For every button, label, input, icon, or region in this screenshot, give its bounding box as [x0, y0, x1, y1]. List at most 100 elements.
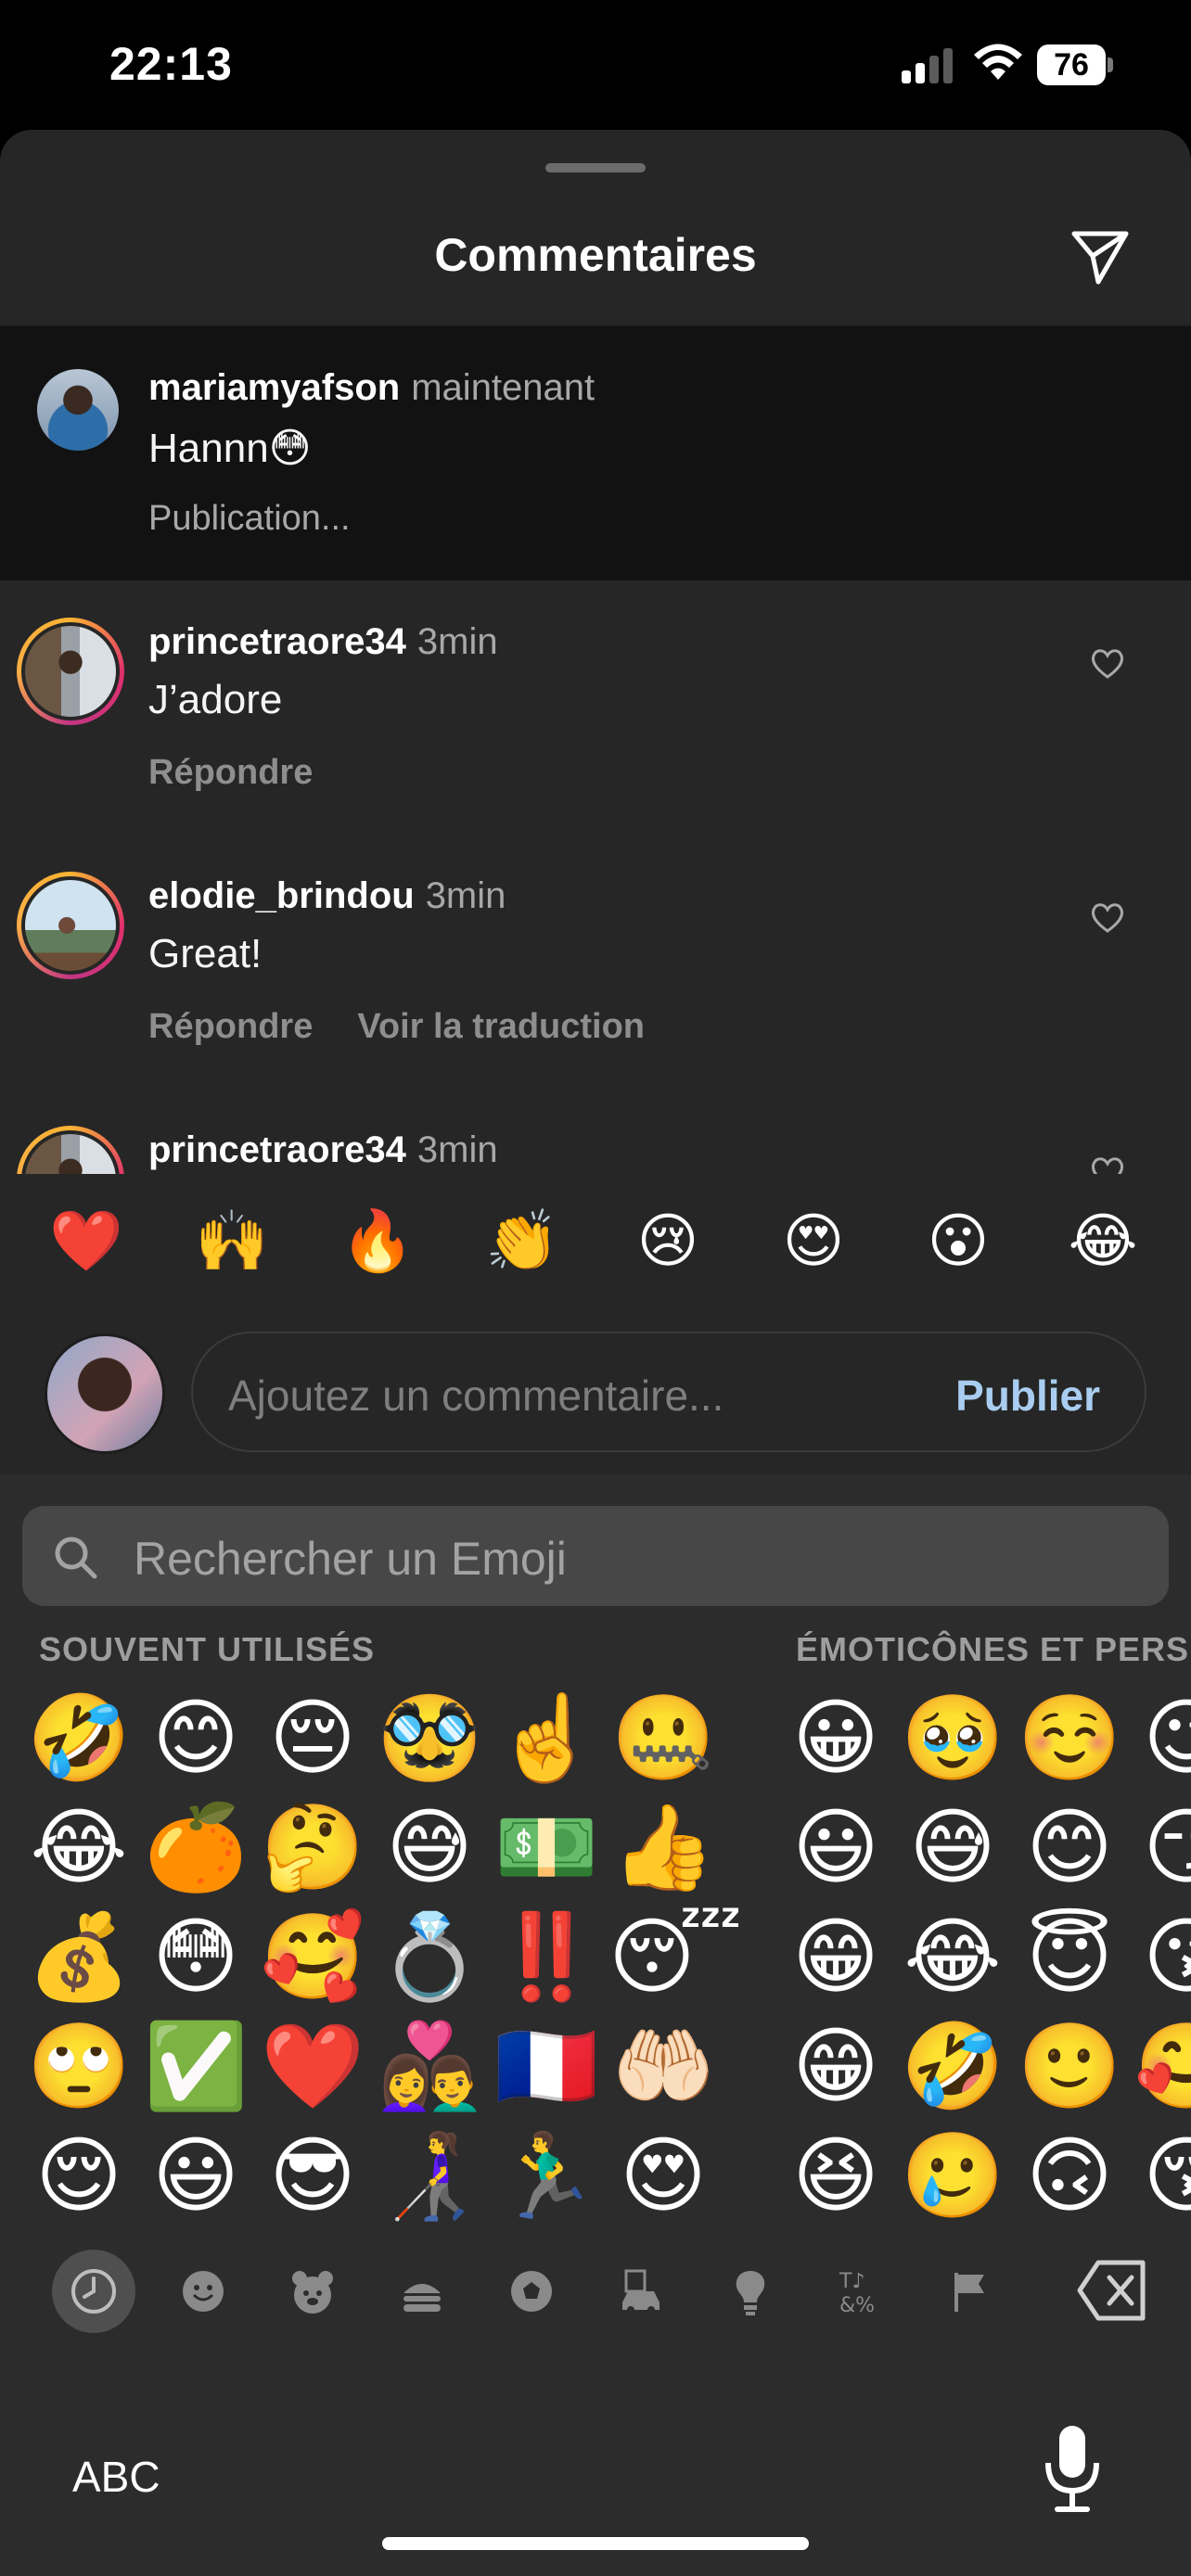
reaction-heart[interactable]: ❤️ [45, 1205, 128, 1276]
emoji-key[interactable]: 😀 [781, 1684, 890, 1793]
emoji-search-field[interactable]: Rechercher un Emoji [22, 1506, 1169, 1606]
emoji-key[interactable]: 🤣 [898, 2012, 1007, 2122]
emoji-key[interactable]: 😅 [898, 1793, 1007, 1903]
emoji-key[interactable]: 🥰 [1132, 2012, 1191, 2122]
symbols-icon[interactable]: T♪ &% [818, 2250, 902, 2333]
delete-key-icon[interactable] [1076, 2255, 1150, 2326]
emoji-key[interactable]: 🤐 [608, 1684, 718, 1793]
comment-text: Hannn😳 [148, 426, 312, 471]
emoji-key[interactable]: 😃 [141, 2122, 250, 2231]
emoji-key[interactable]: 😊 [1015, 1793, 1124, 1903]
emoji-key[interactable]: 😁 [781, 1903, 890, 2012]
emoji-key[interactable]: ✅ [141, 2012, 250, 2122]
heart-icon[interactable] [1089, 899, 1126, 937]
comment-username[interactable]: mariamyafson [148, 367, 400, 408]
comment-item[interactable]: mariamyafson maintenant Hannn😳 Publicatio… [0, 326, 1191, 580]
bulb-icon[interactable] [709, 2250, 792, 2333]
reaction-crying[interactable]: 😢 [626, 1205, 710, 1276]
emoji-key[interactable]: 😉 [1132, 1684, 1191, 1793]
comment-item[interactable]: elodie_brindou 3min Great! Répondre Voir l… [0, 835, 1191, 1089]
emoji-key[interactable]: 💍 [375, 1903, 484, 2012]
emoji-key[interactable]: 🙃 [1015, 2122, 1124, 2231]
reaction-surprised[interactable]: 😮 [916, 1205, 1000, 1276]
emoji-key[interactable]: 🥲 [898, 2122, 1007, 2231]
send-icon[interactable] [1067, 223, 1133, 289]
emoji-key[interactable]: 😔 [258, 1684, 367, 1793]
comment-item[interactable]: princetraore34 3min J’adore Répondre [0, 580, 1191, 835]
emoji-key[interactable]: 😳 [141, 1903, 250, 2012]
emoji-key[interactable]: ☺️ [1015, 1684, 1124, 1793]
emoji-key[interactable]: 😁 [781, 2012, 890, 2122]
reaction-clap[interactable]: 👏 [480, 1205, 564, 1276]
reaction-laughing[interactable]: 😂 [1061, 1205, 1145, 1276]
reaction-raised-hands[interactable]: 🙌 [190, 1205, 274, 1276]
publish-button[interactable]: Publier [955, 1371, 1100, 1421]
avatar[interactable] [33, 365, 122, 454]
reply-button[interactable]: Répondre [148, 753, 313, 792]
emoji-key[interactable]: 😎 [258, 2122, 367, 2231]
comments-sheet: Commentaires mariamyafson maintenant Hann… [0, 130, 1191, 1474]
avatar[interactable] [17, 618, 124, 725]
emoji-key[interactable]: 😅 [375, 1793, 484, 1903]
emoji-key[interactable]: 😂 [898, 1903, 1007, 2012]
emoji-key[interactable]: 😂 [24, 1793, 134, 1903]
svg-text:T♪: T♪ [839, 2270, 864, 2293]
emoji-key[interactable]: 💵 [492, 1793, 601, 1903]
comment-item[interactable]: princetraore34 3min [0, 1089, 1191, 1174]
emoji-key[interactable]: 😆 [781, 2122, 890, 2231]
emoji-key[interactable]: 😊 [141, 1684, 250, 1793]
emoji-grid[interactable]: 🤣 😊 😔 🥸 ☝️ 🤐 😂 🍊 🤔 😅 💵 👍 💰 😳 🥰 💍 ‼️ 😴 🙄 ✅ ❤️ 👩‍❤️‍👨 🇫🇷 🤲🏻 😌 😃 😎 👩‍🦯… [0, 1678, 1191, 2235]
emoji-key[interactable]: 😌 [24, 2122, 134, 2231]
emoji-key[interactable]: 😇 [1015, 1903, 1124, 2012]
emoji-key[interactable]: 🥹 [898, 1684, 1007, 1793]
bear-icon[interactable] [271, 2250, 354, 2333]
battery-level: 76 [1037, 45, 1106, 85]
car-icon[interactable] [599, 2250, 683, 2333]
emoji-key[interactable]: ‼️ [492, 1903, 601, 2012]
emoji-key[interactable]: 🤔 [258, 1793, 367, 1903]
flag-icon[interactable] [928, 2250, 1011, 2333]
comment-actions: Répondre [148, 753, 313, 793]
emoji-key[interactable]: ☝️ [492, 1684, 601, 1793]
reaction-fire[interactable]: 🔥 [336, 1205, 419, 1276]
reaction-heart-eyes[interactable]: 😍 [772, 1205, 855, 1276]
emoji-key[interactable]: 😴 [608, 1903, 742, 2012]
clock-icon[interactable] [52, 2250, 135, 2333]
emoji-key[interactable]: 👩‍❤️‍👨 [375, 2012, 484, 2122]
reply-button[interactable]: Répondre [148, 1007, 313, 1046]
emoji-key[interactable]: ❤️ [258, 2012, 367, 2122]
emoji-key[interactable]: 😃 [781, 1793, 890, 1903]
smiley-icon[interactable] [161, 2250, 245, 2333]
emoji-key[interactable]: 🇫🇷 [492, 2012, 601, 2122]
comment-username[interactable]: princetraore34 [148, 621, 406, 662]
emoji-key[interactable]: 🙄 [24, 2012, 134, 2122]
comment-username[interactable]: elodie_brindou [148, 875, 415, 916]
comments-list[interactable]: mariamyafson maintenant Hannn😳 Publicatio… [0, 326, 1191, 1174]
emoji-key[interactable]: 😘 [1132, 1903, 1191, 2012]
avatar[interactable] [17, 1126, 124, 1174]
ball-icon[interactable] [490, 2250, 573, 2333]
sheet-grabber[interactable] [545, 163, 646, 172]
emoji-key[interactable]: 🤲🏻 [608, 2012, 718, 2122]
home-indicator[interactable] [382, 2537, 809, 2550]
emoji-key[interactable]: 💰 [24, 1903, 134, 2012]
comment-username[interactable]: princetraore34 [148, 1129, 406, 1170]
emoji-key[interactable]: 🏃‍♂️ [492, 2122, 601, 2231]
comment-input[interactable]: Ajoutez un commentaire... Publier [191, 1332, 1146, 1452]
avatar[interactable] [17, 872, 124, 979]
emoji-key[interactable]: 😍 [608, 2122, 718, 2231]
heart-icon[interactable] [1089, 645, 1126, 682]
emoji-key[interactable]: 🥸 [375, 1684, 484, 1793]
emoji-key[interactable]: 🥰 [258, 1903, 367, 2012]
emoji-key[interactable]: 👍 [608, 1793, 718, 1903]
emoji-key[interactable]: 👩‍🦯 [375, 2122, 484, 2231]
emoji-key[interactable]: 🤣 [24, 1684, 134, 1793]
microphone-icon[interactable] [1039, 2422, 1106, 2515]
emoji-key[interactable]: 🙂 [1015, 2012, 1124, 2122]
translate-button[interactable]: Voir la traduction [357, 1007, 645, 1046]
emoji-key[interactable]: 😏 [1132, 1793, 1191, 1903]
emoji-key[interactable]: 😚 [1132, 2122, 1191, 2231]
emoji-key[interactable]: 🍊 [141, 1793, 250, 1903]
abc-keyboard-button[interactable]: ABC [72, 2452, 160, 2502]
food-icon[interactable] [380, 2250, 464, 2333]
